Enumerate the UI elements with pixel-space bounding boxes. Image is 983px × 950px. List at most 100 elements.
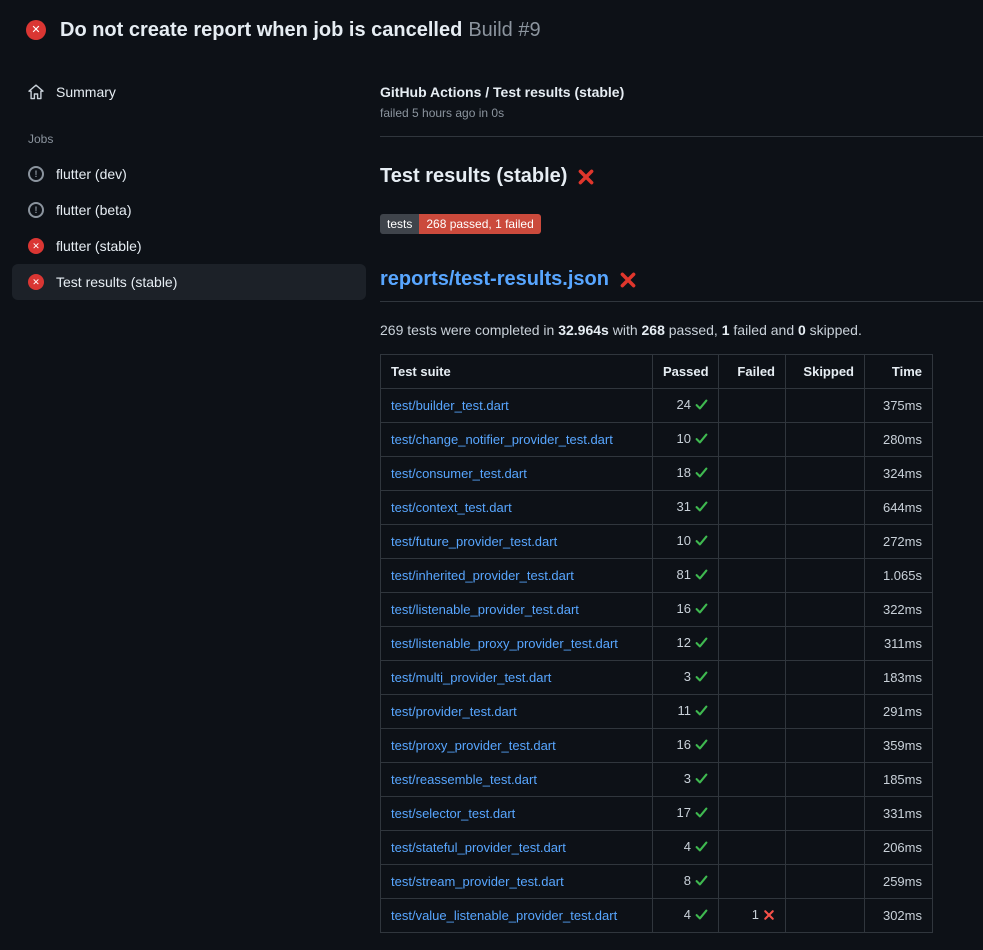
suite-link[interactable]: test/value_listenable_provider_test.dart (391, 908, 617, 923)
breadcrumb: GitHub Actions / Test results (stable) (380, 84, 983, 100)
passed-cell: 12 (653, 627, 719, 661)
failed-cell (719, 695, 786, 729)
table-row: test/consumer_test.dart18324ms (381, 457, 933, 491)
sidebar-item-flutter-stable[interactable]: ✕flutter (stable) (12, 228, 366, 264)
job-label: flutter (dev) (56, 166, 127, 182)
jobs-list: !flutter (dev)!flutter (beta)✕flutter (s… (12, 156, 366, 300)
green-check-icon (695, 874, 708, 890)
suite-link[interactable]: test/stream_provider_test.dart (391, 874, 564, 889)
table-row: test/multi_provider_test.dart3183ms (381, 661, 933, 695)
suite-link[interactable]: test/change_notifier_provider_test.dart (391, 432, 613, 447)
table-header-row: Test suite Passed Failed Skipped Time (381, 355, 933, 389)
time-cell: 206ms (865, 831, 933, 865)
table-row: test/value_listenable_provider_test.dart… (381, 899, 933, 933)
suite-cell: test/listenable_proxy_provider_test.dart (381, 627, 653, 661)
results-table-body: test/builder_test.dart24375mstest/change… (381, 389, 933, 933)
col-time: Time (865, 355, 933, 389)
home-icon (28, 84, 44, 100)
suite-link[interactable]: test/consumer_test.dart (391, 466, 527, 481)
suite-link[interactable]: test/provider_test.dart (391, 704, 517, 719)
suite-cell: test/proxy_provider_test.dart (381, 729, 653, 763)
time-cell: 359ms (865, 729, 933, 763)
skipped-cell (786, 457, 865, 491)
suite-link[interactable]: test/inherited_provider_test.dart (391, 568, 574, 583)
job-label: Test results (stable) (56, 274, 177, 290)
skipped-cell (786, 695, 865, 729)
green-check-icon (695, 636, 708, 652)
time-cell: 644ms (865, 491, 933, 525)
badge-label: tests (380, 214, 419, 234)
suite-cell: test/value_listenable_provider_test.dart (381, 899, 653, 933)
green-check-icon (695, 908, 708, 924)
table-row: test/future_provider_test.dart10272ms (381, 525, 933, 559)
failed-cell (719, 457, 786, 491)
suite-link[interactable]: test/future_provider_test.dart (391, 534, 557, 549)
sidebar-summary-label: Summary (56, 84, 116, 100)
passed-cell: 16 (653, 593, 719, 627)
sidebar-item-flutter-dev[interactable]: !flutter (dev) (12, 156, 366, 192)
sidebar-item-summary[interactable]: Summary (12, 74, 366, 110)
suite-cell: test/consumer_test.dart (381, 457, 653, 491)
sidebar-item-flutter-beta[interactable]: !flutter (beta) (12, 192, 366, 228)
passed-cell: 4 (653, 831, 719, 865)
sidebar-item-test-results-stable[interactable]: ✕Test results (stable) (12, 264, 366, 300)
suite-link[interactable]: test/builder_test.dart (391, 398, 509, 413)
run-header: ✕ Do not create report when job is cance… (0, 0, 983, 54)
skipped-cell (786, 899, 865, 933)
green-check-icon (695, 704, 708, 720)
report-file-link[interactable]: reports/test-results.json (380, 268, 609, 291)
passed-cell: 18 (653, 457, 719, 491)
suite-link[interactable]: test/multi_provider_test.dart (391, 670, 551, 685)
failed-cell (719, 797, 786, 831)
summary-duration: 32.964s (558, 322, 609, 338)
time-cell: 1.065s (865, 559, 933, 593)
report-heading: reports/test-results.json (380, 268, 983, 302)
suite-link[interactable]: test/listenable_provider_test.dart (391, 602, 579, 617)
suite-cell: test/change_notifier_provider_test.dart (381, 423, 653, 457)
skipped-cell (786, 389, 865, 423)
table-row: test/stateful_provider_test.dart 4 206ms (381, 831, 933, 865)
skipped-cell (786, 661, 865, 695)
suite-link[interactable]: test/listenable_proxy_provider_test.dart (391, 636, 618, 651)
col-skipped: Skipped (786, 355, 865, 389)
suite-link[interactable]: test/stateful_provider_test.dart (391, 840, 566, 855)
run-title: Do not create report when job is cancell… (60, 18, 541, 42)
suite-link[interactable]: test/reassemble_test.dart (391, 772, 537, 787)
table-row: test/change_notifier_provider_test.dart1… (381, 423, 933, 457)
failed-cell (719, 491, 786, 525)
failed-cell (719, 593, 786, 627)
failed-cell (719, 865, 786, 899)
summary-failed: 1 (722, 322, 730, 338)
skipped-cell (786, 491, 865, 525)
green-check-icon (695, 500, 708, 516)
failed-cell (719, 627, 786, 661)
time-cell: 183ms (865, 661, 933, 695)
time-cell: 302ms (865, 899, 933, 933)
suite-link[interactable]: test/selector_test.dart (391, 806, 515, 821)
failed-cell (719, 559, 786, 593)
sidebar: Summary Jobs !flutter (dev)!flutter (bet… (0, 54, 380, 300)
failed-cell: 1 (719, 899, 786, 933)
green-check-icon (695, 398, 708, 414)
failed-cell (719, 661, 786, 695)
suite-link[interactable]: test/proxy_provider_test.dart (391, 738, 556, 753)
section-title: Test results (stable) (380, 165, 983, 188)
failed-cell (719, 763, 786, 797)
red-x-icon (763, 909, 775, 924)
skipped-cell (786, 865, 865, 899)
failed-cell (719, 389, 786, 423)
skipped-cell (786, 797, 865, 831)
suite-link[interactable]: test/context_test.dart (391, 500, 512, 515)
red-x-icon (577, 168, 595, 186)
passed-cell: 81 (653, 559, 719, 593)
summary-skipped: 0 (798, 322, 806, 338)
time-cell: 185ms (865, 763, 933, 797)
passed-cell: 10 (653, 525, 719, 559)
col-passed: Passed (653, 355, 719, 389)
suite-cell: test/stateful_provider_test.dart (381, 831, 653, 865)
suite-cell: test/inherited_provider_test.dart (381, 559, 653, 593)
green-check-icon (695, 772, 708, 788)
table-row: test/reassemble_test.dart3185ms (381, 763, 933, 797)
green-check-icon (695, 432, 708, 448)
table-row: test/stream_provider_test.dart8259ms (381, 865, 933, 899)
